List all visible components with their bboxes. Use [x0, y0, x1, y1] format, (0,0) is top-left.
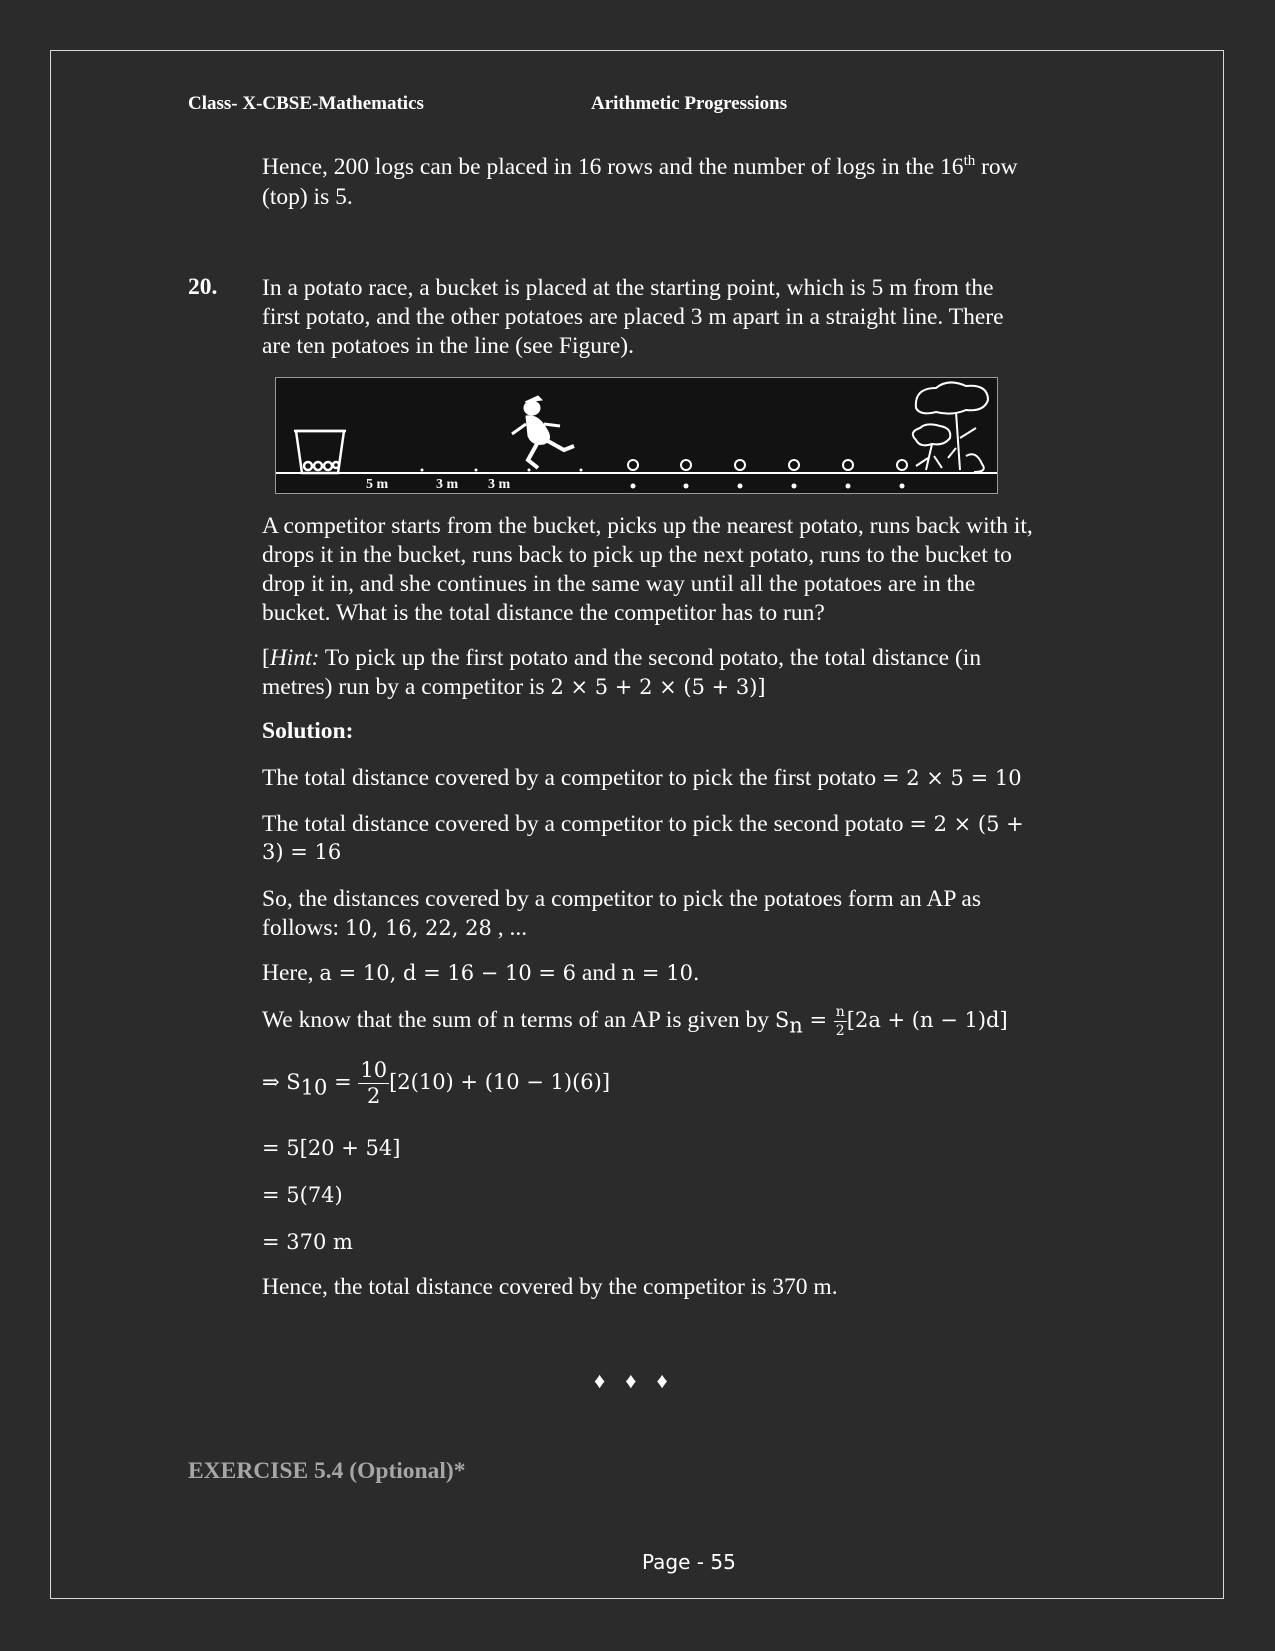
question-line: In a potato race, a bucket is placed at …: [262, 275, 994, 301]
intro-text-tail: row: [975, 154, 1018, 180]
runner-icon: [511, 395, 575, 470]
solution-text: The total distance covered by a competit…: [262, 765, 882, 791]
page-number: Page - 55: [642, 1550, 736, 1574]
sum-subscript: n: [789, 1013, 803, 1038]
hint-math: 2 × 5 + 2 × (5 + 3)]: [550, 675, 766, 699]
question-body: A competitor starts from the bucket, pic…: [262, 512, 1033, 628]
body-line: A competitor starts from the bucket, pic…: [262, 513, 1033, 539]
question-line: first potato, and the other potatoes are…: [262, 304, 1004, 330]
step-3: = 5(74): [262, 1183, 343, 1207]
question-number: 20.: [188, 274, 218, 300]
fraction-n-over-2: n2: [833, 1004, 847, 1039]
hint-text: metres) run by a competitor is: [262, 674, 551, 700]
fraction-10-over-2: 10 2: [358, 1058, 390, 1108]
sum-symbol: S: [774, 1007, 790, 1032]
solution-label: Solution:: [262, 718, 354, 744]
potato-icons: [627, 459, 908, 471]
intro-text: Hence, 200 logs can be placed in 16 rows…: [262, 154, 964, 180]
step-4: = 370 m: [262, 1230, 353, 1254]
bucket-icon: [294, 429, 346, 475]
header-chapter: Arithmetic Progressions: [591, 93, 788, 114]
solution-math: n = 10.: [621, 961, 700, 985]
solution-text: and: [576, 960, 622, 986]
intro-line-1: Hence, 200 logs can be placed in 16 rows…: [262, 153, 1018, 182]
solution-line-1: The total distance covered by a competit…: [262, 764, 1022, 793]
solution-text: The total distance covered by a competit…: [262, 811, 910, 837]
exercise-heading: EXERCISE 5.4 (Optional)*: [188, 1458, 466, 1484]
solution-line-4: So, the distances covered by a competito…: [262, 886, 981, 912]
formula-rest: [2a + (n − 1)d]: [846, 1007, 1008, 1032]
label-3m-a: 3 m: [436, 477, 459, 492]
solution-line-6: Here, a = 10, d = 16 − 10 = 6 and n = 10…: [262, 959, 700, 988]
ap-terms: 10, 16, 22, 28: [344, 916, 492, 940]
potato-race-figure: 5 m 3 m 3 m: [275, 377, 998, 494]
solution-math: 3) = 16: [262, 840, 342, 864]
question-line: are ten potatoes in the line (see Figure…: [262, 333, 634, 359]
body-line: bucket. What is the total distance the c…: [262, 600, 825, 626]
equals-sign: =: [327, 1069, 359, 1094]
header-class: Class- X-CBSE-Mathematics: [188, 93, 424, 114]
hint-label: Hint:: [269, 645, 320, 671]
sum-formula-line: We know that the sum of n terms of an AP…: [262, 1005, 1008, 1038]
question-text: In a potato race, a bucket is placed at …: [262, 274, 1004, 361]
solution-line-2: The total distance covered by a competit…: [262, 810, 1024, 839]
label-3m-b: 3 m: [488, 477, 511, 492]
hint-line-1: [Hint: To pick up the first potato and t…: [262, 644, 981, 673]
label-5m: 5 m: [366, 477, 389, 492]
hint-text: To pick up the first potato and the seco…: [319, 645, 982, 671]
conclusion: Hence, the total distance covered by the…: [262, 1274, 838, 1300]
hint-line-2: metres) run by a competitor is 2 × 5 + 2…: [262, 673, 766, 702]
solution-text: follows:: [262, 915, 345, 941]
hint-bracket: [: [262, 645, 270, 671]
solution-math: = 2 × (5 +: [909, 812, 1024, 836]
solution-line-5: follows: 10, 16, 22, 28 , ...: [262, 914, 527, 943]
tree-icon: [911, 381, 990, 473]
solution-text: We know that the sum of n terms of an AP…: [262, 1006, 775, 1033]
solution-math: = 2 × 5 = 10: [881, 766, 1022, 790]
equals-sign: =: [802, 1007, 834, 1032]
potato-race-illustration: 5 m 3 m 3 m: [276, 381, 997, 492]
solution-text: Here,: [262, 960, 320, 986]
section-separator: ♦♦♦: [594, 1368, 688, 1393]
solution-math: a = 10, d = 16 − 10 = 6: [319, 961, 577, 985]
solution-text: , ...: [491, 915, 528, 941]
body-line: drop it in, and she continues in the sam…: [262, 571, 976, 597]
body-line: drops it in the bucket, runs back to pic…: [262, 542, 1012, 568]
step-2: = 5[20 + 54]: [262, 1136, 401, 1160]
step-1-rest: [2(10) + (10 − 1)(6)]: [389, 1069, 611, 1094]
implies-s: ⇒ S: [262, 1069, 301, 1094]
step-1: ⇒ S10 = 10 2 [2(10) + (10 − 1)(6)]: [262, 1060, 610, 1107]
intro-superscript: th: [963, 153, 976, 170]
intro-line-2: (top) is 5.: [262, 184, 353, 210]
step-subscript: 10: [300, 1075, 328, 1100]
solution-line-3: 3) = 16: [262, 838, 341, 867]
